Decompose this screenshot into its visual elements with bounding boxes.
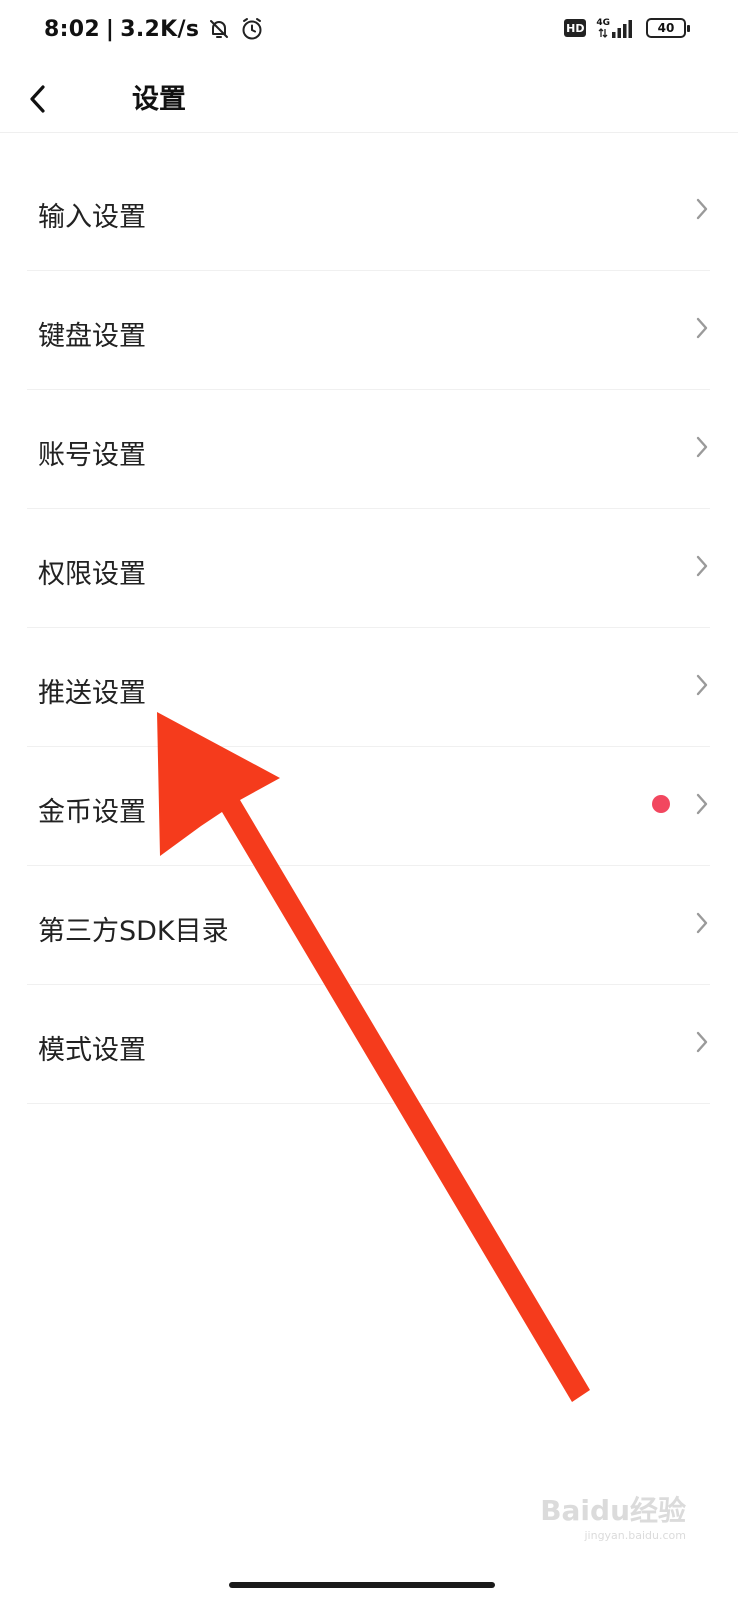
chevron-right-icon (694, 1029, 710, 1055)
watermark-logo: Baidu经验 (540, 1489, 686, 1529)
settings-item-label: 输入设置 (38, 202, 146, 233)
settings-item-input[interactable]: 输入设置 (27, 152, 710, 271)
notification-dot (652, 795, 670, 813)
settings-item-label: 金币设置 (38, 797, 146, 828)
status-time: 8:02 (44, 16, 100, 42)
cellular-signal: 4G (596, 18, 636, 38)
chevron-left-icon (30, 85, 45, 113)
home-indicator[interactable] (229, 1582, 495, 1588)
settings-item-label: 键盘设置 (38, 321, 146, 352)
settings-item-mode[interactable]: 模式设置 (27, 985, 710, 1104)
network-type: 4G (596, 18, 610, 28)
alarm-clock-icon (239, 16, 265, 42)
watermark-url: jingyan.baidu.com (584, 1529, 686, 1542)
status-left: 8:02 | 3.2K/s (44, 16, 265, 42)
watermark-logo-text: Baidu经验 (540, 1494, 686, 1527)
settings-item-label: 权限设置 (38, 559, 146, 590)
settings-item-keyboard[interactable]: 键盘设置 (27, 271, 710, 390)
settings-item-label: 推送设置 (38, 678, 146, 709)
chevron-right-icon (694, 910, 710, 936)
chevron-right-icon (694, 553, 710, 579)
settings-item-push[interactable]: 推送设置 (27, 628, 710, 747)
settings-item-label: 第三方SDK目录 (38, 916, 229, 947)
chevron-right-icon (694, 196, 710, 222)
settings-item-permissions[interactable]: 权限设置 (27, 509, 710, 628)
settings-item-third-party-sdk[interactable]: 第三方SDK目录 (27, 866, 710, 985)
settings-item-label: 模式设置 (38, 1035, 146, 1066)
net-speed: 3.2K/s (120, 16, 200, 42)
back-button[interactable] (18, 74, 58, 124)
chevron-right-icon (694, 672, 710, 698)
settings-list: 输入设置 键盘设置 账号设置 权限设置 推送设置 金币设置 第三方SDK目录 模… (0, 152, 738, 1104)
header-bar: 设置 (0, 64, 738, 133)
battery-level: 40 (657, 21, 675, 35)
bell-muted-icon (207, 17, 231, 41)
settings-item-coins[interactable]: 金币设置 (27, 747, 710, 866)
status-right: HD 4G 40 (564, 18, 690, 38)
chevron-right-icon (694, 791, 710, 817)
hd-badge: HD (564, 19, 587, 37)
status-separator: | (105, 16, 115, 42)
status-bar: 8:02 | 3.2K/s HD 4G 40 (0, 0, 738, 64)
chevron-right-icon (694, 315, 710, 341)
data-arrows-icon (598, 28, 608, 38)
signal-bars-icon (612, 20, 632, 38)
settings-item-label: 账号设置 (38, 440, 146, 471)
baidu-watermark: Baidu经验 jingyan.baidu.com (540, 1489, 686, 1542)
battery-indicator: 40 (646, 18, 690, 38)
page-title: 设置 (132, 84, 186, 115)
chevron-right-icon (694, 434, 710, 460)
settings-item-account[interactable]: 账号设置 (27, 390, 710, 509)
